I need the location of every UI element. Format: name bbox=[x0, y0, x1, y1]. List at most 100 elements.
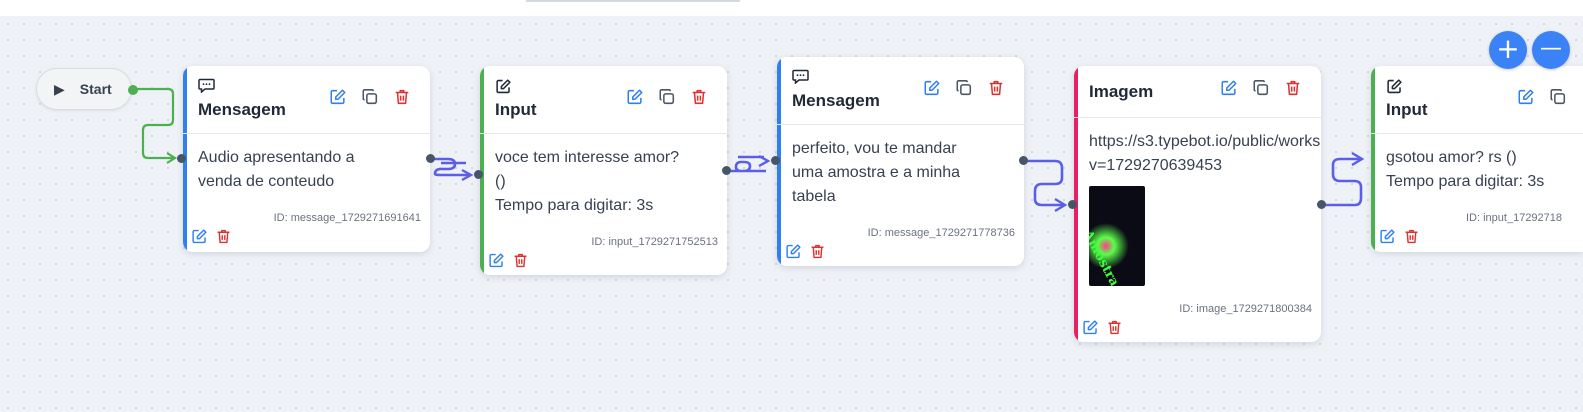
delete-button[interactable] bbox=[1283, 78, 1303, 98]
edit-icon bbox=[191, 228, 207, 243]
output-port[interactable] bbox=[1317, 200, 1326, 209]
block-header: Input bbox=[1371, 66, 1583, 134]
copy-icon bbox=[659, 89, 675, 105]
block-id: ID: input_1729271752513 bbox=[591, 236, 718, 248]
copy-icon bbox=[362, 89, 378, 105]
trash-icon bbox=[217, 229, 229, 243]
block-actions bbox=[625, 87, 709, 107]
edit-icon bbox=[1082, 319, 1098, 334]
duplicate-button[interactable] bbox=[657, 87, 677, 107]
edit-icon bbox=[330, 89, 346, 105]
edit-button[interactable] bbox=[922, 78, 942, 98]
block-content: perfeito, vou te mandar uma amostra e a … bbox=[792, 140, 961, 205]
block-footer-actions bbox=[1377, 226, 1421, 246]
copy-icon bbox=[1253, 80, 1269, 96]
edit-icon bbox=[1379, 228, 1395, 243]
block-footer-actions bbox=[1080, 317, 1124, 337]
edit-icon bbox=[1221, 80, 1237, 96]
output-port[interactable] bbox=[426, 154, 435, 163]
trash-icon bbox=[811, 244, 823, 258]
block-content: Audio apresentando a venda de conteudo bbox=[198, 149, 355, 190]
chat-bubble-icon bbox=[198, 78, 215, 96]
delete-button[interactable] bbox=[510, 250, 530, 270]
trash-icon bbox=[1286, 80, 1300, 96]
block-content: voce tem interesse amor? () Tempo para d… bbox=[495, 149, 680, 214]
zoom-in-button[interactable]: + bbox=[1489, 31, 1527, 69]
block-header: Imagem bbox=[1074, 66, 1321, 118]
block-type-title: Input bbox=[1386, 100, 1428, 119]
edit-button[interactable] bbox=[1516, 87, 1536, 107]
block-id: ID: image_1729271800384 bbox=[1179, 303, 1312, 315]
duplicate-button[interactable] bbox=[1251, 78, 1271, 98]
edit-button[interactable] bbox=[1219, 78, 1239, 98]
input-port[interactable] bbox=[1068, 200, 1077, 209]
duplicate-button[interactable] bbox=[360, 87, 380, 107]
block-actions bbox=[922, 78, 1006, 98]
trash-icon bbox=[1405, 229, 1417, 243]
edit-button[interactable] bbox=[783, 241, 803, 261]
duplicate-button[interactable] bbox=[954, 78, 974, 98]
play-icon: ▶ bbox=[54, 81, 65, 97]
output-port[interactable] bbox=[722, 166, 731, 175]
delete-button[interactable] bbox=[1401, 226, 1421, 246]
delete-button[interactable] bbox=[986, 78, 1006, 98]
block-footer-actions bbox=[486, 250, 530, 270]
edge-2-to-3-arrow bbox=[758, 154, 771, 168]
image-thumbnail: Amostra bbox=[1089, 186, 1145, 286]
message-block-1[interactable]: Mensagem Audio apresentando a venda de c… bbox=[183, 66, 430, 252]
edit-icon bbox=[627, 89, 643, 105]
copy-icon bbox=[956, 80, 972, 96]
output-port[interactable] bbox=[1019, 156, 1028, 165]
delete-button[interactable] bbox=[213, 226, 233, 246]
block-header: Input bbox=[480, 66, 727, 134]
block-type-title: Input bbox=[495, 100, 537, 119]
image-block[interactable]: Imagem https://s3.typebot.io/public/work… bbox=[1074, 66, 1321, 342]
input-port[interactable] bbox=[771, 156, 780, 165]
block-id: ID: message_1729271691641 bbox=[273, 212, 421, 224]
block-header: Mensagem bbox=[777, 57, 1024, 125]
edge-3-to-4[interactable] bbox=[1024, 159, 1064, 207]
edge-1-to-2[interactable] bbox=[431, 157, 469, 177]
block-type-title: Mensagem bbox=[792, 91, 880, 110]
pencil-square-icon bbox=[495, 78, 512, 98]
delete-button[interactable] bbox=[392, 87, 412, 107]
edge-4-to-5[interactable] bbox=[1322, 157, 1363, 207]
delete-button[interactable] bbox=[1104, 317, 1124, 337]
edit-button[interactable] bbox=[486, 250, 506, 270]
start-output-port[interactable] bbox=[128, 85, 138, 95]
zoom-out-button[interactable]: — bbox=[1532, 31, 1570, 69]
block-footer-actions bbox=[189, 226, 233, 246]
block-actions bbox=[1516, 87, 1568, 107]
image-watermark: Amostra bbox=[1089, 228, 1122, 286]
trash-icon bbox=[989, 80, 1003, 96]
edit-button[interactable] bbox=[328, 87, 348, 107]
edit-icon bbox=[924, 80, 940, 96]
delete-button[interactable] bbox=[807, 241, 827, 261]
trash-icon bbox=[514, 253, 526, 267]
block-type-title: Imagem bbox=[1089, 82, 1154, 101]
copy-icon bbox=[1550, 89, 1566, 105]
block-id: ID: message_1729271778736 bbox=[867, 227, 1015, 239]
trash-icon bbox=[1108, 320, 1120, 334]
start-node[interactable]: ▶ Start bbox=[36, 68, 132, 110]
edit-icon bbox=[1518, 89, 1534, 105]
input-port[interactable] bbox=[474, 170, 483, 179]
edge-start-to-mensagem-1[interactable] bbox=[133, 87, 175, 160]
block-actions bbox=[1219, 78, 1303, 98]
edit-button[interactable] bbox=[625, 87, 645, 107]
input-port[interactable] bbox=[177, 154, 186, 163]
block-header: Mensagem bbox=[183, 66, 430, 134]
edit-button[interactable] bbox=[1377, 226, 1397, 246]
block-actions bbox=[328, 87, 412, 107]
edit-button[interactable] bbox=[1080, 317, 1100, 337]
trash-icon bbox=[395, 89, 409, 105]
input-block-2[interactable]: Input gsotou amor? rs () Tempo para digi… bbox=[1371, 66, 1583, 252]
block-id: ID: input_17292718 bbox=[1466, 212, 1563, 224]
delete-button[interactable] bbox=[689, 87, 709, 107]
duplicate-button[interactable] bbox=[1548, 87, 1568, 107]
edit-button[interactable] bbox=[189, 226, 209, 246]
block-type-title: Mensagem bbox=[198, 100, 286, 119]
trash-icon bbox=[692, 89, 706, 105]
message-block-2[interactable]: Mensagem perfeito, vou te mandar uma amo… bbox=[777, 57, 1024, 266]
input-block-1[interactable]: Input voce tem interesse amor? () Tempo … bbox=[480, 66, 727, 275]
